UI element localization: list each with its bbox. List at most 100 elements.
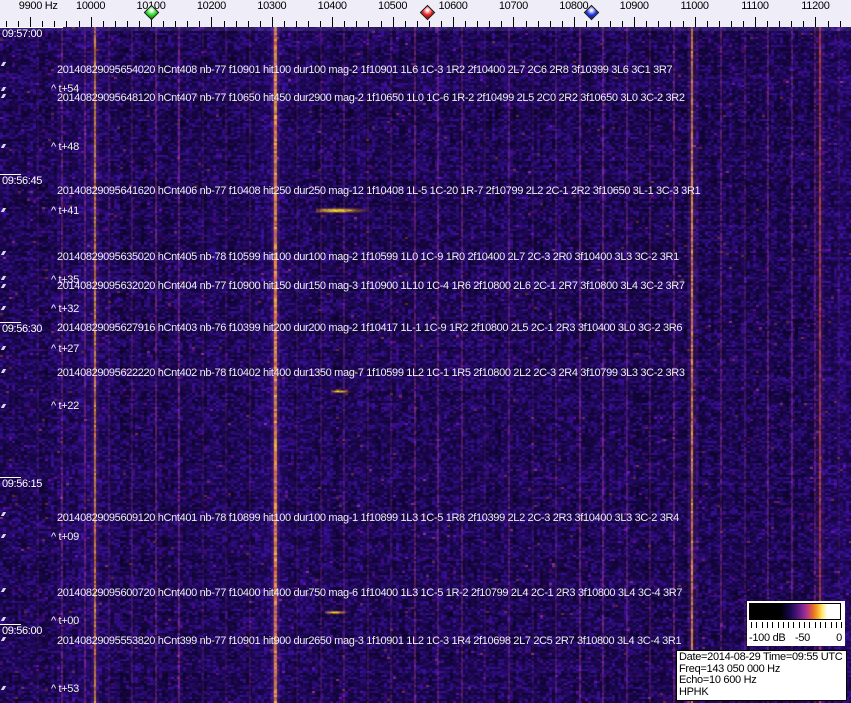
freq-tick (694, 17, 696, 27)
freq-tick (90, 17, 92, 27)
freq-tick (755, 17, 756, 27)
legend-tick (814, 622, 816, 628)
event-log-line: 20140829095600720 hCnt400 nb-77 f10400 h… (57, 587, 683, 599)
freq-tick (66, 21, 68, 27)
legend-tick (798, 622, 800, 628)
freq-label: 11100 (741, 0, 769, 12)
freq-tick (634, 17, 636, 27)
legend-tick (772, 622, 774, 628)
freq-tick (718, 21, 720, 27)
freq-label: 11000 (680, 0, 709, 12)
freq-tick (682, 21, 684, 27)
waterfall-overlay: 09:57:00 09:56:45 09:56:30 09:56:15 09:56:00… (0, 0, 851, 703)
legend-tick (819, 622, 821, 628)
legend-tick (841, 622, 843, 628)
freq-tick (428, 21, 430, 27)
time-offset-label: ^ t+00 (51, 615, 79, 627)
edge-tick (0, 512, 7, 516)
freq-tick (453, 17, 454, 27)
freq-tick (138, 21, 140, 27)
freq-tick (211, 17, 213, 27)
freq-tick (598, 21, 599, 27)
freq-tick (308, 21, 309, 27)
colorbar-labels: -100 dB -50 0 (747, 632, 845, 645)
edge-tick (0, 94, 7, 98)
legend-tick (751, 622, 752, 628)
legend-tick (809, 622, 811, 628)
event-log-line: 20140829095654020 hCnt408 nb-77 f10901 h… (57, 64, 673, 76)
freq-tick (670, 21, 672, 27)
freq-tick (561, 21, 563, 27)
edge-tick (0, 346, 7, 350)
time-offset-label: ^ t+53 (51, 683, 79, 695)
freq-tick (839, 21, 841, 27)
event-log-line: 20140829095553820 hCnt399 nb-77 f10901 h… (57, 635, 682, 647)
freq-tick (6, 21, 7, 27)
edge-tick (0, 686, 7, 690)
freq-tick (283, 21, 285, 27)
legend-tick (761, 622, 763, 628)
edge-tick (0, 637, 7, 641)
freq-tick (730, 21, 732, 27)
edge-tick (0, 276, 7, 280)
freq-tick (815, 17, 817, 27)
freq-tick (175, 21, 177, 27)
freq-tick (163, 21, 165, 27)
freq-tick (477, 21, 479, 27)
time-offset-label: ^ t+41 (51, 205, 79, 217)
colorbar-gradient (749, 603, 841, 620)
red-marker[interactable] (419, 4, 436, 21)
time-label: 09:56:00 (2, 625, 43, 637)
freq-tick (549, 21, 551, 27)
legend-tick (777, 622, 779, 628)
edge-tick (0, 62, 7, 66)
edge-tick (0, 144, 7, 148)
colorbar-mid-label: -50 (795, 632, 810, 644)
freq-tick (78, 21, 80, 27)
freq-tick (187, 21, 189, 27)
time-label: 09:57:00 (2, 28, 43, 40)
event-log-line: 20140829095632020 hCnt404 nb-77 f10900 h… (57, 280, 685, 292)
legend-tick (756, 622, 758, 628)
event-log-line: 20140829095609120 hCnt401 nb-78 f10899 h… (57, 512, 679, 524)
freq-tick (247, 21, 249, 27)
legend-tick (825, 622, 827, 628)
time-offset-label: ^ t+22 (51, 400, 79, 412)
time-offset-label: ^ t+27 (51, 343, 79, 355)
edge-tick (0, 617, 7, 621)
freq-tick (791, 21, 793, 27)
freq-tick (489, 21, 491, 27)
freq-tick (706, 21, 708, 27)
freq-tick (223, 21, 225, 27)
time-offset-label: ^ t+32 (51, 303, 79, 315)
freq-tick (42, 21, 44, 27)
freq-label: 10200 (196, 0, 226, 12)
time-offset-label: ^ t+09 (51, 531, 79, 543)
db-colorbar-legend: -100 dB -50 0 (747, 601, 845, 646)
info-line: HPHK (679, 685, 709, 698)
info-line: Echo=10 600 Hz (679, 674, 757, 686)
time-label: 09:56:30 (2, 323, 43, 335)
time-offset-label: ^ t+35 (51, 274, 79, 286)
freq-tick (803, 21, 805, 27)
freq-tick (344, 21, 346, 27)
event-log-line: 20140829095627916 hCnt403 nb-76 f10399 h… (57, 322, 683, 334)
legend-tick (830, 622, 832, 628)
freq-label: 10500 (378, 0, 408, 12)
edge-tick (0, 87, 7, 91)
meteor-echo-monitor-window: 9900 Hz100001010010200103001040010500106… (0, 0, 851, 703)
legend-tick (782, 622, 784, 628)
freq-tick (114, 21, 116, 27)
freq-label: 11200 (801, 0, 830, 12)
event-log-line: 20140829095648120 hCnt407 nb-77 f10650 h… (57, 92, 685, 104)
freq-tick (356, 21, 358, 27)
freq-tick (501, 21, 503, 27)
freq-tick (126, 21, 128, 27)
edge-tick (0, 588, 7, 592)
freq-tick (465, 21, 467, 27)
event-log-line: 20140829095641620 hCnt406 nb-77 f10408 h… (57, 185, 701, 197)
freq-tick (658, 21, 660, 27)
colorbar-min-label: -100 dB (749, 632, 786, 644)
edge-tick (0, 306, 7, 310)
time-offset-label: ^ t+48 (51, 141, 79, 153)
